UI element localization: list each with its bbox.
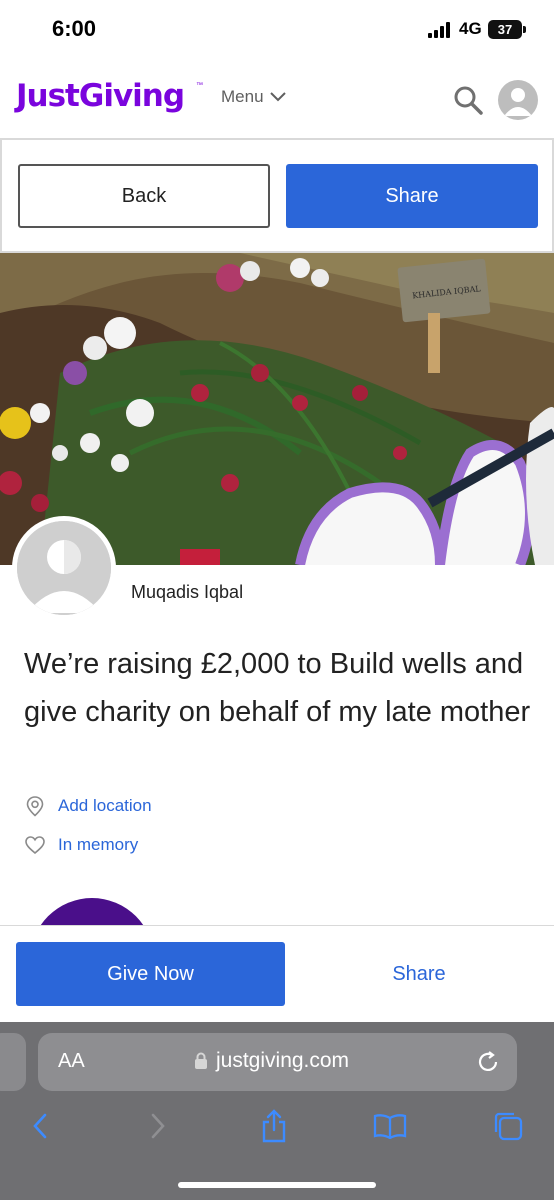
add-location-label: Add location xyxy=(58,796,152,815)
address-bar[interactable]: AA justgiving.com xyxy=(38,1033,517,1091)
battery-tip xyxy=(523,26,526,33)
lock-icon xyxy=(195,1052,207,1069)
url-display[interactable]: justgiving.com xyxy=(194,1049,349,1073)
url-text: justgiving.com xyxy=(216,1049,350,1072)
status-bar: 6:00 4G 37 xyxy=(0,0,554,62)
signal-icon xyxy=(428,22,452,38)
search-icon[interactable] xyxy=(453,85,483,115)
site-header: JustGiving ™ Menu xyxy=(0,62,554,138)
battery-icon: 37 xyxy=(488,20,522,39)
hero-image: KHALIDA IQBAL xyxy=(0,253,554,565)
status-time: 6:00 xyxy=(52,16,97,41)
location-pin-icon xyxy=(26,796,44,817)
action-bar: Back Share xyxy=(0,138,554,253)
back-arrow-icon[interactable] xyxy=(20,1104,60,1148)
browser-chrome: AA justgiving.com xyxy=(0,1022,554,1200)
network-label: 4G xyxy=(459,19,482,38)
text-size-button[interactable]: AA xyxy=(58,1050,85,1073)
chevron-down-icon xyxy=(269,92,286,102)
owner-name[interactable]: Muqadis Iqbal xyxy=(131,582,243,603)
owner-avatar[interactable] xyxy=(12,516,116,620)
text-size-label: AA xyxy=(58,1050,85,1072)
justgiving-logo[interactable]: JustGiving xyxy=(16,78,185,114)
fundraiser-title: We’re raising £2,000 to Build wells and … xyxy=(24,648,531,728)
tabs-icon[interactable] xyxy=(488,1104,528,1148)
reload-icon[interactable] xyxy=(475,1049,501,1075)
progress-amount-peek xyxy=(176,912,240,926)
home-indicator[interactable] xyxy=(178,1182,376,1188)
browser-toolbar xyxy=(0,1104,554,1154)
in-memory-link[interactable]: In memory xyxy=(24,834,138,856)
in-memory-label: In memory xyxy=(58,835,139,854)
sticky-donate-bar: Give Now Share xyxy=(0,925,554,1022)
share-button-top[interactable]: Share xyxy=(286,164,538,228)
fundraiser-page: 6:00 4G 37 JustGiving ™ Menu Back Share … xyxy=(0,0,554,1200)
share-icon[interactable] xyxy=(254,1104,294,1148)
menu-button[interactable]: Menu xyxy=(221,87,286,107)
bookmarks-icon[interactable] xyxy=(370,1104,410,1148)
user-icon xyxy=(17,521,111,615)
logo-trademark: ™ xyxy=(196,82,203,89)
user-icon[interactable] xyxy=(498,80,538,120)
heart-icon xyxy=(25,836,45,855)
give-now-button[interactable]: Give Now xyxy=(16,942,285,1006)
back-button[interactable]: Back xyxy=(18,164,270,228)
menu-label: Menu xyxy=(221,87,264,106)
previous-tab-peek[interactable] xyxy=(0,1033,26,1091)
share-button-bottom[interactable]: Share xyxy=(300,942,538,1006)
forward-arrow-icon[interactable] xyxy=(138,1104,178,1148)
add-location-link[interactable]: Add location xyxy=(24,795,152,817)
